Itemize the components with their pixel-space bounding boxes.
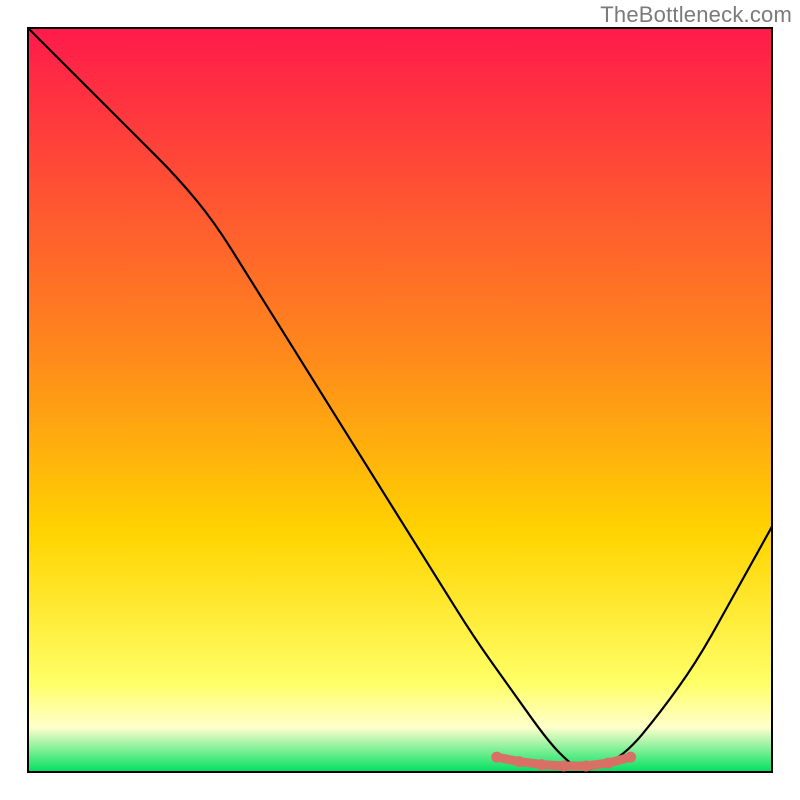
bottleneck-chart: [0, 0, 800, 800]
watermark-text: TheBottleneck.com: [600, 2, 792, 28]
highlight-dot: [536, 759, 547, 770]
highlight-dot: [625, 752, 636, 763]
highlight-dot: [581, 761, 592, 772]
highlight-dot: [558, 761, 569, 772]
chart-frame: TheBottleneck.com: [0, 0, 800, 800]
highlight-dot: [491, 752, 502, 763]
highlight-dot: [603, 758, 614, 769]
highlight-dot: [514, 756, 525, 767]
